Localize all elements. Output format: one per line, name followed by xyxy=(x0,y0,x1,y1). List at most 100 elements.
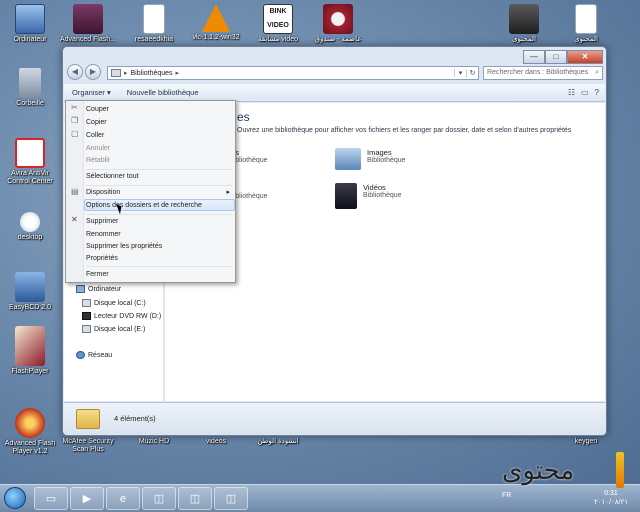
desktop-icon-advanced-flash[interactable]: Advanced Flash... xyxy=(58,4,118,44)
menu-item-folder-options[interactable]: Options des dossiers et de recherche xyxy=(84,199,235,211)
menu-item-paste[interactable]: Coller xyxy=(86,130,234,142)
taskbar-internet-explorer[interactable]: e xyxy=(106,487,140,510)
desktop-icon-document[interactable]: resaeedkhia xyxy=(124,4,184,44)
cut-icon: ✂ xyxy=(71,103,78,112)
flash-icon xyxy=(15,408,45,438)
desktop-icon-song[interactable]: انشودة الوطن xyxy=(248,438,308,446)
tree-item-drive-c[interactable]: Disque local (C:) xyxy=(82,299,146,307)
desktop-icon-mcafee[interactable]: McAfee Security Scan Plus xyxy=(58,438,118,454)
organize-button[interactable]: Organiser ▾ xyxy=(64,88,119,97)
tree-item-computer[interactable]: Ordinateur xyxy=(76,285,121,293)
menu-item-cut[interactable]: Couper xyxy=(86,104,234,116)
library-videos[interactable]: Vidéos Bibliothèque xyxy=(335,183,402,209)
taskbar-app-2[interactable]: ◫ xyxy=(178,487,212,510)
desktop-icon-mohtawa-2[interactable]: المحتوى xyxy=(556,4,616,44)
submenu-arrow-icon: ▸ xyxy=(226,189,230,196)
help-icon[interactable]: ? xyxy=(595,88,599,97)
view-options-icon[interactable]: ☷ xyxy=(568,88,575,97)
desktop-icon-flashplayer[interactable]: FlashPlayer xyxy=(0,326,60,376)
menu-item-select-all[interactable]: Sélectionner tout xyxy=(86,171,234,183)
organize-menu: ✂ Couper ❐ Copier ▢ Coller Annuler Rétab… xyxy=(65,100,236,283)
maximize-button[interactable]: □ xyxy=(545,50,567,64)
menu-item-label: Disposition xyxy=(86,189,121,196)
window-icon: ◫ xyxy=(189,493,201,505)
desktop-icon-recycle-bin[interactable]: Corbeille xyxy=(0,68,60,108)
library-text: Images Bibliothèque xyxy=(367,148,406,164)
layout-icon: ▤ xyxy=(71,187,79,196)
menu-item-undo[interactable]: Annuler xyxy=(86,143,234,155)
menu-item-properties[interactable]: Propriétés xyxy=(86,253,234,265)
internet-explorer-icon: e xyxy=(119,492,127,505)
desktop-icon-advanced-flash-player[interactable]: Advanced Flash Player v1.2 xyxy=(0,408,60,456)
desktop-icon-computer[interactable]: Ordinateur xyxy=(0,4,60,44)
tree-item-network[interactable]: Réseau xyxy=(76,351,112,359)
taskbar-explorer[interactable]: ▭ xyxy=(34,487,68,510)
bink-video-icon: BINK VIDEO xyxy=(263,4,293,34)
breadcrumb-separator: ▸ xyxy=(124,70,128,77)
window-caption-buttons: — □ ✕ xyxy=(523,50,603,64)
desktop-icon-easybcd[interactable]: EasyBCD 2.0 xyxy=(0,272,60,312)
taskbar: ▭ ▶ e ◫ ◫ ◫ FR 0:31 ٢٠١٠/٠٨/٢١ xyxy=(0,484,640,512)
desktop-icon-muzic[interactable]: Muzic HD xyxy=(124,438,184,446)
refresh-icon[interactable]: ↻ xyxy=(466,69,478,77)
avira-icon xyxy=(15,138,45,168)
document-icon xyxy=(575,4,597,34)
language-indicator[interactable]: FR xyxy=(502,492,511,499)
breadcrumb-libraries[interactable]: Bibliothèques xyxy=(131,70,173,77)
desktop-icon-bink-video[interactable]: BINK VIDEO مسابقة video xyxy=(248,4,308,44)
window-icon: ◫ xyxy=(225,493,237,505)
menu-item-remove-properties[interactable]: Supprimer les propriétés xyxy=(86,241,234,253)
clock[interactable]: 0:31 ٢٠١٠/٠٨/٢١ xyxy=(594,489,628,507)
close-button[interactable]: ✕ xyxy=(567,50,603,64)
vlc-icon xyxy=(202,4,230,32)
menu-item-rename[interactable]: Renommer xyxy=(86,229,234,241)
recycle-bin-icon xyxy=(19,68,41,98)
drive-icon xyxy=(82,299,91,307)
images-library-icon xyxy=(335,148,361,170)
desktop-icon-vlc[interactable]: vlc-1.1.2-win32 xyxy=(186,4,246,42)
menu-separator xyxy=(86,266,232,267)
computer-icon xyxy=(15,4,45,34)
library-images[interactable]: Images Bibliothèque xyxy=(335,148,406,170)
forward-button[interactable]: ▶ xyxy=(85,64,101,80)
copy-icon: ❐ xyxy=(71,116,79,125)
menu-item-close[interactable]: Fermer xyxy=(86,269,234,281)
network-icon xyxy=(76,351,85,359)
start-button[interactable] xyxy=(4,487,26,509)
address-controls: ▾ ↻ xyxy=(454,69,478,77)
desktop-icon-keygen[interactable]: keygen xyxy=(556,438,616,446)
desktop-icon-box[interactable]: عاصمة - صندوق xyxy=(308,4,368,44)
document-icon xyxy=(143,4,165,34)
search-input[interactable]: Rechercher dans : Bibliothèques ⌕ xyxy=(483,66,603,80)
tree-item-drive-e[interactable]: Disque local (E:) xyxy=(82,325,145,333)
taskbar-media[interactable]: ▶ xyxy=(70,487,104,510)
folder-icon xyxy=(76,408,100,429)
search-icon[interactable]: ⌕ xyxy=(595,69,599,77)
disc-icon xyxy=(323,4,353,34)
app-icon xyxy=(509,4,539,34)
breadcrumb-separator: ▸ xyxy=(175,70,180,77)
videos-library-icon xyxy=(335,183,357,209)
menu-item-copy[interactable]: Copier xyxy=(86,117,234,129)
desktop-icon-desktop[interactable]: desktop xyxy=(0,212,60,242)
address-dropdown-icon[interactable]: ▾ xyxy=(454,69,466,77)
tree-item-dvd-d[interactable]: Lecteur DVD RW (D:) xyxy=(82,312,161,320)
computer-icon xyxy=(76,285,85,293)
taskbar-app-1[interactable]: ◫ xyxy=(142,487,176,510)
preview-pane-icon[interactable]: ▭ xyxy=(581,88,589,97)
search-placeholder: Rechercher dans : Bibliothèques xyxy=(487,69,589,76)
menu-item-delete[interactable]: Supprimer xyxy=(86,216,234,228)
taskbar-app-3[interactable]: ◫ xyxy=(214,487,248,510)
minimize-button[interactable]: — xyxy=(523,50,545,64)
desktop-icon-mohtawa-1[interactable]: المحتوى xyxy=(494,4,554,44)
delete-icon: ✕ xyxy=(71,215,78,224)
back-button[interactable]: ◀ xyxy=(67,64,83,80)
new-library-button[interactable]: Nouvelle bibliothèque xyxy=(119,88,207,97)
desktop-icon-avira[interactable]: Avira AntiVir Control Center xyxy=(0,138,60,186)
paste-icon: ▢ xyxy=(71,129,79,138)
menu-separator xyxy=(86,214,232,215)
menu-item-layout[interactable]: Disposition ▸ xyxy=(86,187,234,199)
address-bar[interactable]: ▸ Bibliothèques ▸ ▾ ↻ xyxy=(107,66,479,80)
menu-item-redo[interactable]: Rétablir xyxy=(86,155,234,167)
desktop-icon-videos[interactable]: videos xyxy=(186,438,246,446)
